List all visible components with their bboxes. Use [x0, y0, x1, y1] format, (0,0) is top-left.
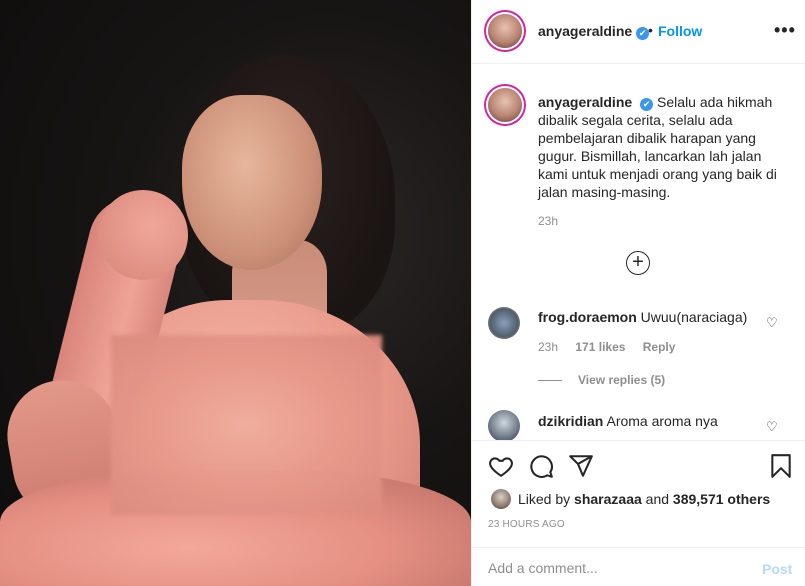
comment-body: frog.doraemon Uwuu(naraciaga)	[538, 309, 747, 325]
comment-meta: 23h 171 likes Reply	[538, 340, 689, 354]
liked-by-user[interactable]: sharazaaa	[574, 491, 642, 507]
view-replies-button[interactable]: View replies (5)	[538, 373, 665, 387]
comment-avatar[interactable]	[488, 410, 520, 440]
heart-icon[interactable]	[488, 453, 514, 484]
follow-button[interactable]: Follow	[658, 23, 702, 39]
post-header: anyageraldine ✔ • Follow •••	[472, 0, 805, 64]
caption-avatar[interactable]	[488, 88, 522, 122]
liked-by-prefix: Liked by	[518, 491, 571, 507]
image-face	[182, 95, 322, 270]
comment-body: dzikridian Aroma aroma nya	[538, 413, 718, 429]
liked-others[interactable]: 389,571 others	[673, 491, 770, 507]
author-name-wrap: anyageraldine ✔	[538, 23, 650, 41]
post-actions: Liked by sharazaaa and 389,571 others 23…	[472, 440, 805, 586]
liked-and: and	[645, 491, 670, 507]
more-options-icon[interactable]: •••	[774, 20, 796, 41]
author-username[interactable]: anyageraldine	[538, 23, 632, 39]
post-timestamp[interactable]: 23 HOURS AGO	[488, 519, 565, 530]
comment-input[interactable]	[488, 560, 738, 576]
post-panel: anyageraldine ✔ • Follow ••• anyageraldin…	[471, 0, 805, 586]
comment-icon[interactable]	[528, 453, 554, 484]
comments-section[interactable]: anyageraldine ✔ Selalu ada hikmah dibalik…	[472, 65, 805, 440]
comment-like-icon[interactable]: ♡	[766, 419, 778, 435]
comment-text: Aroma aroma nya	[606, 413, 718, 429]
share-icon[interactable]	[568, 453, 594, 484]
load-more-comments-icon[interactable]: +	[626, 251, 650, 275]
reply-button[interactable]: Reply	[643, 340, 676, 354]
verified-badge-icon: ✔	[640, 98, 654, 111]
caption-time: 23h	[538, 214, 559, 228]
post-caption: anyageraldine ✔ Selalu ada hikmah dibalik…	[538, 93, 792, 201]
post-comment-button[interactable]: Post	[762, 561, 792, 577]
liker-avatar[interactable]	[491, 489, 511, 509]
comment-username[interactable]: frog.doraemon	[538, 309, 637, 325]
image-hand	[98, 190, 188, 280]
comment-avatar[interactable]	[488, 307, 520, 339]
author-avatar[interactable]	[488, 14, 522, 48]
separator-dot: •	[648, 22, 653, 38]
post-image[interactable]	[0, 0, 471, 586]
comment-likes[interactable]: 171 likes	[575, 340, 625, 354]
likes-summary: Liked by sharazaaa and 389,571 others	[518, 491, 770, 507]
comment-text: Uwuu(naraciaga)	[640, 309, 748, 325]
add-comment-bar: Post	[472, 547, 805, 586]
comment-username[interactable]: dzikridian	[538, 413, 603, 429]
replies-line	[538, 380, 562, 382]
comment-time: 23h	[538, 340, 559, 354]
caption-username[interactable]: anyageraldine	[538, 94, 632, 110]
bookmark-icon[interactable]	[768, 453, 794, 484]
censor-blur	[111, 335, 382, 515]
comment-like-icon[interactable]: ♡	[766, 315, 778, 331]
view-replies-label: View replies (5)	[578, 373, 666, 387]
